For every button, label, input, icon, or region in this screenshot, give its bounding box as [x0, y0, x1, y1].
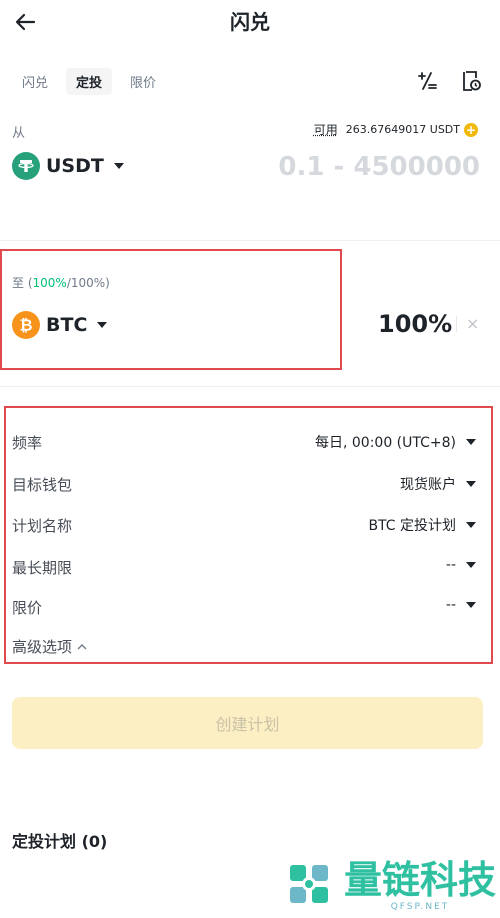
- caret-down-icon: [466, 602, 476, 608]
- caret-down-icon: [466, 522, 476, 528]
- tab-limit[interactable]: 限价: [120, 68, 166, 95]
- to-coin-name: BTC: [46, 314, 88, 336]
- create-plan-button[interactable]: 创建计划: [12, 697, 483, 749]
- frequency-label: 频率: [12, 434, 43, 452]
- watermark: 量链科技 QFSP.NET: [284, 858, 496, 912]
- mode-tabs: 闪兑 定投 限价: [12, 68, 166, 95]
- caret-down-icon: [113, 163, 124, 169]
- order-history-icon[interactable]: [460, 70, 482, 92]
- available-value: 263.67649017 USDT: [345, 123, 460, 136]
- divider: [0, 240, 500, 241]
- chevron-up-icon: [77, 643, 87, 649]
- tab-recurring[interactable]: 定投: [66, 68, 113, 95]
- limit-price-value: --: [445, 597, 456, 613]
- plus-minus-icon[interactable]: [416, 70, 438, 92]
- wallet-select[interactable]: 现货账户: [400, 474, 476, 494]
- from-label: 从: [12, 126, 26, 141]
- divider: [0, 386, 500, 387]
- add-funds-icon[interactable]: +: [464, 122, 478, 137]
- caret-down-icon: [97, 322, 108, 328]
- tab-convert[interactable]: 闪兑: [12, 68, 58, 95]
- allocation-percentage[interactable]: 100%: [378, 310, 452, 338]
- watermark-title: 量链科技: [344, 857, 497, 902]
- recurring-plans-heading: 定投计划 (0): [12, 832, 108, 851]
- svg-text:₿: ₿: [19, 316, 32, 335]
- close-icon[interactable]: ×: [466, 314, 479, 333]
- advanced-options-toggle[interactable]: 高级选项: [12, 636, 88, 657]
- wallet-value: 现货账户: [400, 477, 456, 493]
- caret-down-icon: [466, 481, 476, 487]
- btc-icon: ₿: [12, 311, 40, 339]
- frequency-value: 每日, 00:00 (UTC+8): [314, 435, 456, 451]
- wallet-label: 目标钱包: [12, 476, 73, 494]
- from-coin-name: USDT: [46, 155, 104, 177]
- watermark-subtitle: QFSP.NET: [390, 902, 450, 912]
- limit-price-select[interactable]: --: [446, 597, 476, 613]
- usdt-icon: [12, 152, 40, 180]
- plan-name-label: 计划名称: [12, 517, 73, 535]
- caret-down-icon: [466, 439, 476, 445]
- max-period-select[interactable]: --: [446, 557, 476, 573]
- caret-down-icon: [466, 562, 476, 568]
- available-label: 可用: [313, 123, 338, 137]
- advanced-options-label: 高级选项: [12, 638, 73, 656]
- to-highlight-box: [0, 249, 342, 370]
- frequency-select[interactable]: 每日, 00:00 (UTC+8): [315, 432, 476, 452]
- watermark-logo-icon: [290, 865, 328, 903]
- from-coin-selector[interactable]: USDT: [12, 152, 124, 180]
- to-label: 至 (100%/100%): [12, 276, 110, 290]
- max-period-value: --: [445, 557, 456, 573]
- available-balance: 可用 263.67649017 USDT +: [314, 121, 478, 138]
- to-coin-selector[interactable]: ₿ BTC: [12, 311, 108, 339]
- plan-name-select[interactable]: BTC 定投计划: [368, 515, 476, 535]
- max-period-label: 最长期限: [12, 559, 73, 577]
- page-title: 闪兑: [230, 10, 270, 34]
- amount-input[interactable]: 0.1 - 4500000: [278, 152, 480, 182]
- plan-name-value: BTC 定投计划: [368, 518, 456, 534]
- separator: [456, 316, 457, 332]
- limit-price-label: 限价: [12, 599, 43, 617]
